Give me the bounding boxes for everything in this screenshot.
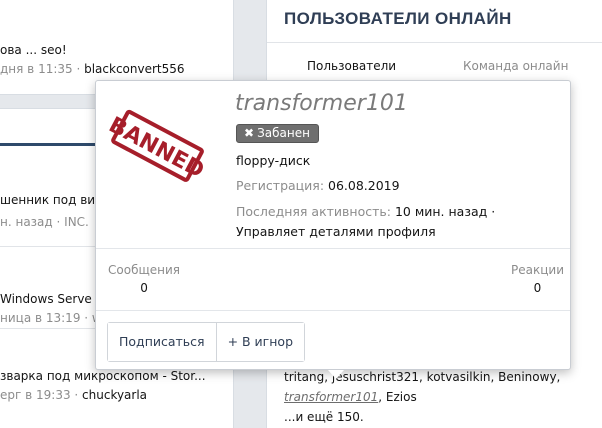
badge-label: Забанен	[257, 126, 310, 140]
thread-title[interactable]: Windows Serve	[0, 292, 92, 306]
reactions-stat: Реакции 0	[511, 263, 564, 295]
user-title: floppy-диск	[236, 153, 311, 168]
registration-info: Регистрация: 06.08.2019	[236, 178, 400, 193]
reactions-label: Реакции	[511, 263, 564, 277]
messages-label: Сообщения	[108, 263, 181, 277]
sidebar-tabs: Пользователи Команда онлайн	[267, 42, 602, 80]
messages-count[interactable]: 0	[108, 281, 180, 295]
sidebar-title: ПОЛЬЗОВАТЕЛИ ОНЛАЙН	[284, 9, 512, 28]
thread-meta: ница в 13:19 · w	[0, 311, 102, 325]
ignore-button[interactable]: + В игнор	[215, 323, 305, 361]
thread-meta: ерг в 19:33 · chuckyarla	[0, 388, 148, 402]
thread-meta: н. назад · INC.	[0, 215, 89, 229]
status-badge: ✖ Забанен	[236, 124, 319, 143]
banned-stamp-icon: BANNED	[106, 109, 208, 184]
registration-date: 06.08.2019	[328, 178, 400, 193]
member-tooltip: BANNED transformer101 ✖ Забанен floppy-ди…	[95, 80, 571, 379]
more-users-link[interactable]: ...и ещё 150.	[284, 407, 594, 427]
username[interactable]: transformer101	[235, 91, 408, 116]
tab-staff-online[interactable]: Команда онлайн	[463, 59, 568, 73]
thread-title[interactable]: шенник под вид	[0, 193, 103, 207]
follow-button[interactable]: Подписаться	[108, 323, 216, 361]
member-actions: Подписаться + В игнор	[107, 322, 306, 362]
thread-author[interactable]: chuckyarla	[82, 388, 147, 402]
last-activity: Последняя активность: 10 мин. назад · Уп…	[236, 204, 496, 239]
thread-author[interactable]: blackconvert556	[84, 62, 184, 76]
divider	[96, 248, 570, 249]
online-users-line: transformer101, Ezios	[284, 390, 417, 404]
tab-users[interactable]: Пользователи	[307, 59, 396, 73]
thread-meta: дня в 11:35 · blackconvert556	[0, 62, 185, 76]
close-icon: ✖	[244, 126, 255, 140]
reactions-count[interactable]: 0	[511, 281, 564, 295]
tooltip-arrow	[328, 370, 344, 379]
thread-title[interactable]: ова ... seo!	[0, 43, 67, 57]
thread-title[interactable]: зварка под микроскопом - Stor...	[0, 369, 206, 383]
avatar[interactable]: BANNED	[106, 93, 211, 198]
messages-stat: Сообщения 0	[108, 263, 180, 295]
user-link[interactable]: transformer101	[284, 390, 378, 404]
divider	[96, 310, 570, 311]
